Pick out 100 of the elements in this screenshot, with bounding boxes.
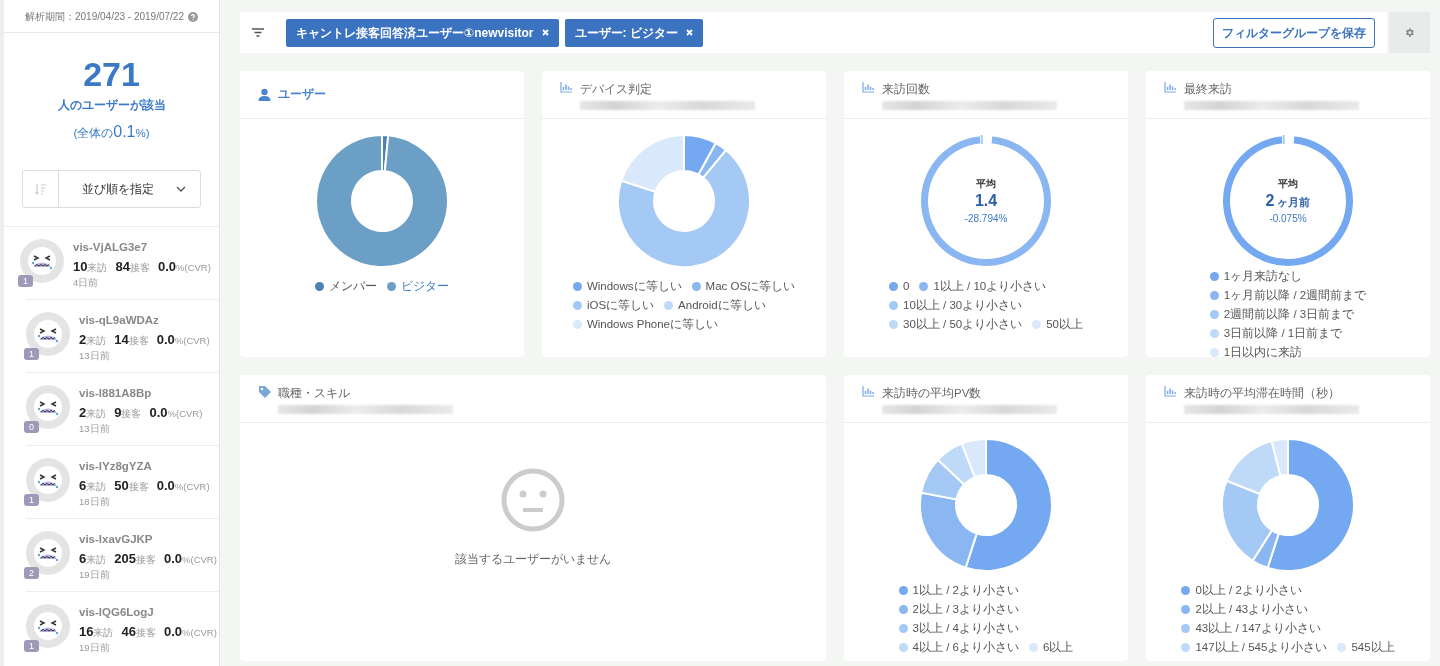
visitor-badge: 2 [24, 567, 39, 580]
sort-dropdown[interactable]: 並び順を指定 [22, 170, 201, 209]
contact-count: 9 [114, 404, 122, 420]
cvr-value: 0.0 [157, 258, 176, 274]
legend-item[interactable]: 1以上 / 10より小さい [919, 279, 1047, 294]
cvr-unit: %(CVR) [174, 334, 210, 346]
legend-item[interactable]: 4以上 / 6より小さい [898, 640, 1019, 655]
change-rate: -28.794% [964, 211, 1008, 226]
legend-item[interactable]: 3日前以降 / 1日前まで [1209, 326, 1343, 341]
user-count: 271 [82, 57, 141, 91]
visitor-name[interactable]: vis-lYz8gYZA [79, 458, 218, 476]
last-seen: 13日前 [79, 349, 111, 363]
legend-item[interactable]: 50以上 [1032, 317, 1083, 332]
bar-chart-icon [862, 385, 875, 398]
cvr-unit: %(CVR) [167, 407, 203, 419]
filter-chip[interactable]: キャントレ接客回答済ユーザー①newvisitor [286, 18, 559, 47]
last-seen: 13日前 [79, 422, 111, 436]
legend-item[interactable]: Mac OSに等しい [691, 279, 796, 294]
visit-unit: 来訪 [86, 334, 107, 346]
contact-unit: 接客 [129, 261, 150, 273]
analysis-period: 解析期間：2019/04/23 - 2019/07/22 [25, 10, 184, 24]
visitor-name[interactable]: vis-lQG6LogJ [79, 604, 225, 622]
contact-count: 205 [114, 550, 136, 566]
contact-unit: 接客 [135, 626, 156, 638]
tag-icon [258, 385, 271, 398]
visitor-name[interactable]: vis-VjALG3e7 [73, 239, 219, 257]
chevron-down-icon [176, 186, 186, 193]
legend-item[interactable]: 6以上 [1029, 640, 1074, 655]
card-title: ユーザー [278, 86, 326, 102]
legend-item[interactable]: 2週間前以降 / 3日前まで [1209, 307, 1355, 322]
empty-message: 該当するユーザーがいません [455, 551, 611, 568]
legend-item[interactable]: 1以上 / 2より小さい [898, 583, 1019, 598]
avatar-icon [26, 458, 70, 503]
legend-item[interactable]: iOSに等しい [572, 298, 655, 313]
legend-item[interactable]: 1ヶ月前以降 / 2週間前まで [1209, 288, 1367, 303]
visitor-badge: 1 [24, 348, 39, 361]
visitor-badge: 0 [24, 421, 39, 434]
visit-count: 10 [73, 258, 88, 274]
contact-count: 46 [121, 623, 136, 639]
average-label: 平均 [976, 177, 996, 192]
last-seen: 18日前 [79, 495, 111, 509]
avatar-icon [26, 312, 70, 357]
last-seen: 19日前 [79, 568, 111, 582]
count-label: 人のユーザーが該当 [56, 97, 167, 113]
legend-item[interactable]: 3以上 / 4より小さい [898, 621, 1019, 636]
visitor-badge: 1 [24, 640, 39, 653]
legend-item[interactable]: 2以上 / 43より小さい [1181, 602, 1309, 617]
contact-unit: 接客 [128, 480, 149, 492]
visit-unit: 来訪 [93, 626, 114, 638]
visitor-name[interactable]: vis-l881A8Bp [79, 385, 211, 403]
legend-item[interactable]: 0以上 / 2より小さい [1181, 583, 1302, 598]
visit-count: 2 [79, 404, 87, 420]
card-title: 来訪時の平均滞在時間（秒） [1184, 386, 1341, 401]
settings-button[interactable] [1389, 12, 1430, 53]
filter-icon [252, 28, 264, 37]
change-rate: -0.075% [1269, 211, 1307, 226]
average-label: 平均 [1278, 177, 1298, 192]
legend-item[interactable]: Windows Phoneに等しい [572, 317, 718, 332]
legend-item[interactable]: 147以上 / 545より小さい [1181, 640, 1328, 655]
legend-item[interactable]: メンバー [315, 279, 377, 294]
cvr-unit: %(CVR) [174, 480, 210, 492]
cvr-unit: %(CVR) [176, 261, 211, 273]
gear-icon [1404, 27, 1415, 38]
visitor-name[interactable]: vis-lxavGJKP [79, 531, 225, 549]
legend-item[interactable]: 43以上 / 147より小さい [1181, 621, 1321, 636]
visit-count: 6 [79, 477, 87, 493]
cvr-value: 0.0 [156, 331, 175, 347]
save-filter-button[interactable]: フィルターグループを保存 [1213, 17, 1375, 48]
legend-item[interactable]: 2以上 / 3より小さい [898, 602, 1019, 617]
card-title: 職種・スキル [278, 386, 351, 401]
contact-unit: 接客 [128, 334, 149, 346]
help-icon [188, 11, 198, 22]
legend-item[interactable]: 0 [889, 279, 910, 294]
visit-unit: 来訪 [86, 553, 107, 565]
visit-unit: 来訪 [86, 407, 107, 419]
bar-chart-icon [1164, 385, 1177, 398]
visit-count: 6 [79, 550, 87, 566]
legend-item[interactable]: 1日以内に来訪 [1209, 345, 1303, 360]
visitor-badge: 1 [18, 275, 33, 288]
legend-item[interactable]: 30以上 / 50より小さい [889, 317, 1023, 332]
last-seen: 19日前 [79, 641, 111, 655]
contact-unit: 接客 [121, 407, 142, 419]
filter-chip[interactable]: ユーザー: ビジター [564, 18, 703, 47]
legend-item[interactable]: 10以上 / 30より小さい [889, 298, 1023, 313]
bar-chart-icon [862, 81, 875, 94]
person-icon [258, 88, 271, 101]
contact-unit: 接客 [135, 553, 156, 565]
contact-count: 14 [114, 331, 129, 347]
avatar-icon [26, 604, 70, 649]
legend-item[interactable]: 545以上 [1337, 640, 1395, 655]
average-value: 2 ヶ月前 [1265, 191, 1311, 211]
visitor-name[interactable]: vis-qL9aWDAz [79, 312, 218, 330]
neutral-face-icon [501, 468, 565, 532]
legend-item[interactable]: Windowsに等しい [572, 279, 682, 294]
avatar-icon [26, 385, 70, 430]
legend-item[interactable]: ビジター [387, 279, 449, 294]
legend-item[interactable]: Androidに等しい [664, 298, 766, 313]
visitor-badge: 1 [24, 494, 39, 507]
legend-item[interactable]: 1ヶ月来訪なし [1209, 269, 1303, 284]
visit-unit: 来訪 [86, 480, 107, 492]
